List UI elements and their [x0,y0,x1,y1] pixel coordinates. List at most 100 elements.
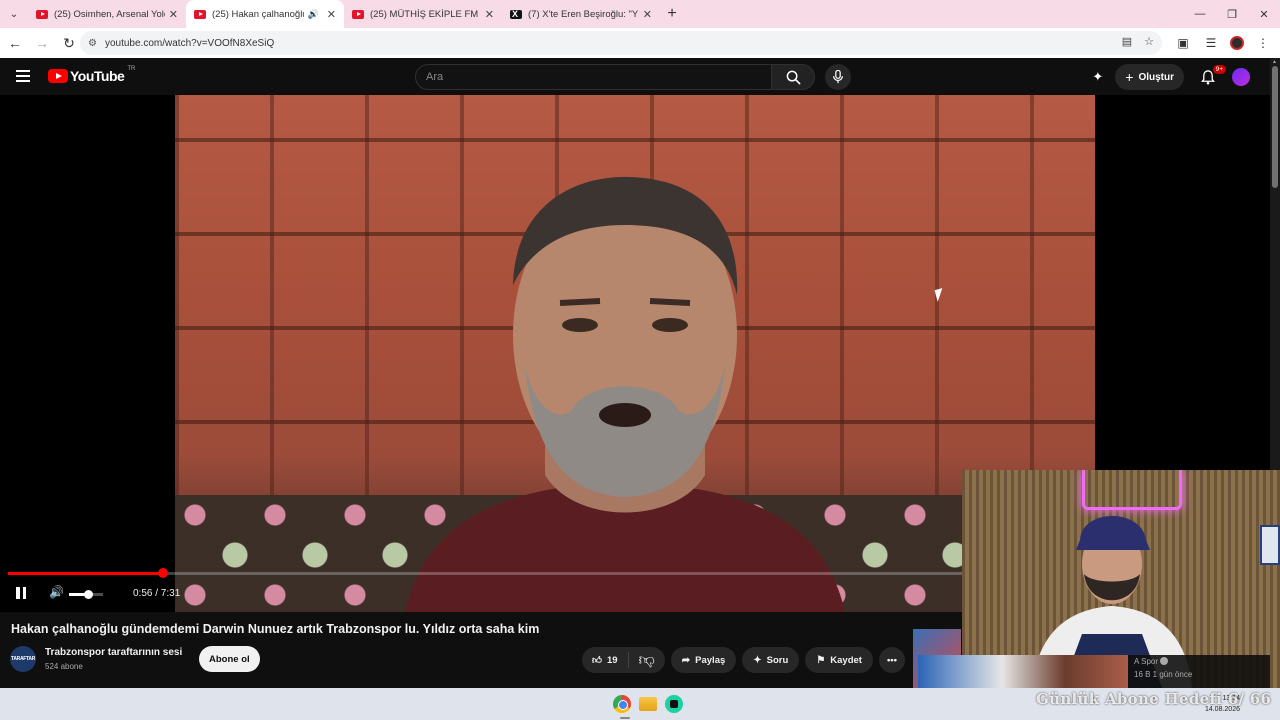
recommended-video-item[interactable]: A Spor 16 B 1 gün önce [918,655,1270,690]
tab-title: (25) Hakan çalhanoğlu gün [212,8,304,20]
minimize-icon[interactable]: — [1184,0,1216,28]
youtube-icon [194,9,206,19]
youtube-icon [352,9,364,19]
close-tab-icon[interactable]: ✕ [643,8,652,21]
sparkle-icon: ✦ [753,654,762,666]
channel-name[interactable]: Trabzonspor taraftarının sesi [45,647,182,658]
forward-arrow-icon[interactable]: → [30,31,54,55]
more-actions-button[interactable]: ••• [878,647,905,673]
save-label: Kaydet [830,654,862,666]
pause-icon[interactable] [16,587,26,599]
browser-tab-3[interactable]: (25) MÜTHİŞ EKİPLE FM DRAFT ✕ [344,0,502,28]
like-button[interactable]: 👍︎ 19 [582,652,629,668]
active-app-indicator [620,717,630,719]
youtube-icon [36,9,48,19]
scrollbar-thumb[interactable] [1272,66,1278,188]
recommended-channel-name: A Spor [1134,657,1159,666]
video-actions: 👍︎ 19 👎︎ ➦ Paylaş ✦ Soru ⚑ Kaydet ••• [582,647,905,673]
ask-button[interactable]: ✦ Soru [742,647,800,673]
youtube-masthead: YouTube TR Ara ✦ + Oluştur 9+ [0,58,1270,95]
recommended-meta: 16 B 1 gün önce [1134,670,1193,679]
profile-avatar[interactable] [1230,36,1244,50]
browser-tab-4[interactable]: X (7) X'te Eren Beşiroğlu: "YENİ S ✕ [502,0,660,28]
tab-search-chevron-icon[interactable]: ⌄ [0,0,28,28]
x-icon: X [510,9,522,19]
tab-title: (25) MÜTHİŞ EKİPLE FM DRAFT [370,8,481,20]
bookmark-star-icon[interactable]: ☆ [1144,35,1154,48]
plus-icon: + [1125,69,1134,85]
search-button[interactable] [771,64,815,90]
verified-icon [1160,657,1169,665]
extensions-icon[interactable]: ▣ [1174,31,1192,55]
volume-icon[interactable]: 🔊 [49,585,64,599]
windows-start-icon[interactable] [586,696,602,712]
media-controls-icon[interactable]: ☰ [1202,31,1220,55]
progress-played [8,572,164,575]
address-bar[interactable]: ⚙ youtube.com/watch?v=VOOfN8XeSiQ ▤ ☆ [80,31,1162,55]
close-tab-icon[interactable]: ✕ [327,8,336,21]
channel-avatar[interactable]: TARAFTAR [10,646,36,672]
browser-toolbar: ← → ↻ ⚙ youtube.com/watch?v=VOOfN8XeSiQ … [0,28,1280,58]
tab-title: (25) Osimhen, Arsenal Yolcusu ! [54,8,165,20]
ai-sparkle-icon[interactable]: ✦ [1092,69,1103,85]
site-info-icon[interactable]: ⚙ [88,38,97,49]
create-label: Oluştur [1138,71,1174,83]
browser-tab-1[interactable]: (25) Osimhen, Arsenal Yolcusu ! ✕ [28,0,186,28]
channel-avatar-text: TARAFTAR [10,656,36,662]
back-arrow-icon[interactable]: ← [3,31,27,55]
youtube-logo[interactable]: YouTube TR [48,66,136,84]
like-count: 19 [606,654,618,666]
speaker-icon[interactable]: 🔊 [308,9,319,20]
app-icon[interactable] [665,695,683,713]
dislike-button[interactable]: 👎︎ [629,651,665,670]
progress-scrubber[interactable] [158,568,169,578]
url-text[interactable]: youtube.com/watch?v=VOOfN8XeSiQ [105,38,274,49]
new-tab-button[interactable]: + [660,0,684,28]
search-input[interactable]: Ara [415,64,772,90]
close-tab-icon[interactable]: ✕ [485,8,494,21]
subscriber-count: 524 abone [45,662,83,671]
video-title: Hakan çalhanoğlu gündemdemi Darwin Nunue… [11,622,540,636]
menu-hamburger-icon[interactable] [16,70,30,82]
wall-poster [1260,525,1280,565]
volume-slider[interactable] [69,590,103,599]
country-code: TR [127,66,136,72]
like-dislike-group: 👍︎ 19 👎︎ [582,647,665,673]
speaker-person-image [345,165,905,612]
share-arrow-icon: ➦ [681,654,691,666]
volume-knob[interactable] [83,590,93,599]
file-explorer-icon[interactable] [639,697,657,711]
share-button[interactable]: ➦ Paylaş [670,647,737,673]
browser-tab-2-active[interactable]: (25) Hakan çalhanoğlu gün 🔊 ✕ [186,0,344,28]
share-label: Paylaş [695,654,726,666]
subscribe-button[interactable]: Abone ol [199,646,260,672]
stream-goal-overlay-text: Günlük Abone Hedefi 6/ 66 [1036,690,1272,708]
recommended-thumbnail[interactable] [918,655,1128,688]
search-icon [786,70,801,85]
voice-search-button[interactable] [825,64,851,90]
create-button[interactable]: + Oluştur [1115,64,1184,90]
bookmark-icon: ⚑ [816,654,826,666]
notification-badge: 9+ [1212,65,1226,74]
close-tab-icon[interactable]: ✕ [169,8,178,21]
thumbs-up-icon: 👍︎ [592,655,602,666]
video-frame[interactable] [175,95,1095,612]
notifications-button[interactable]: 9+ [1196,65,1226,89]
youtube-play-logo-icon [48,69,68,83]
browser-tab-strip: ⌄ (25) Osimhen, Arsenal Yolcusu ! ✕ (25)… [0,0,1280,28]
ask-label: Soru [766,654,789,666]
recommended-channel[interactable]: A Spor [1134,657,1169,666]
save-button[interactable]: ⚑ Kaydet [805,647,873,673]
reload-icon[interactable]: ↻ [57,31,81,55]
youtube-wordmark: YouTube [70,68,125,84]
tab-title: (7) X'te Eren Beşiroğlu: "YENİ S [528,8,639,20]
restore-icon[interactable]: ❐ [1216,0,1248,28]
scroll-up-arrow-icon[interactable]: ▲ [1272,59,1277,65]
chrome-menu-icon[interactable]: ⋮ [1254,31,1272,55]
cast-icon[interactable]: ▤ [1122,35,1132,48]
thumbs-down-icon: 👎︎ [638,651,655,669]
more-dots-icon: ••• [886,654,897,666]
close-window-icon[interactable]: ✕ [1248,0,1280,28]
account-avatar[interactable] [1232,68,1250,86]
chrome-icon[interactable] [613,695,631,713]
